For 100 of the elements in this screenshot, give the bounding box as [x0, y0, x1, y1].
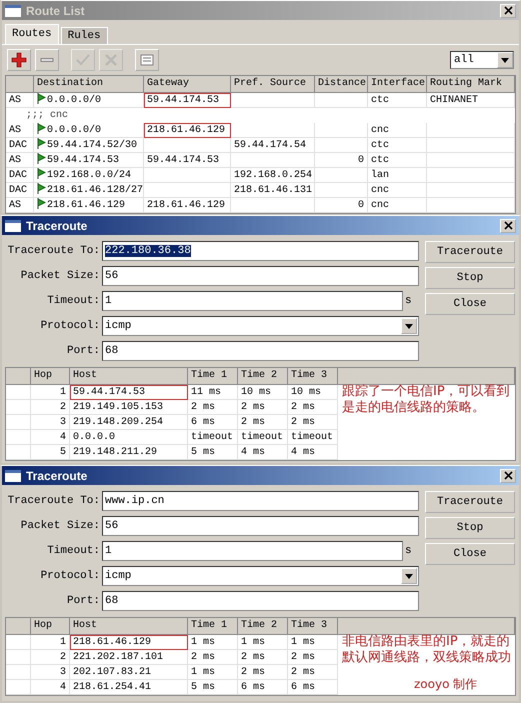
input-field[interactable]: 56 [102, 516, 419, 536]
filter-dropdown[interactable]: all [450, 51, 514, 69]
protocol-dropdown[interactable]: icmp [102, 566, 419, 586]
table-cell: 2 ms [188, 650, 238, 665]
column-header[interactable] [6, 76, 34, 93]
flag-icon [37, 168, 46, 179]
column-header[interactable]: Pref. Source [231, 76, 315, 93]
dialog-button[interactable]: Traceroute [425, 491, 515, 513]
table-cell: 192.168.0.0/24 [47, 170, 132, 181]
dialog-button[interactable]: Close [425, 293, 515, 315]
table-cell: 5 [31, 445, 70, 460]
window-title: Traceroute [26, 468, 88, 482]
input-field[interactable]: 1 [102, 291, 403, 311]
table-cell: 0.0.0.0/0 [47, 95, 102, 106]
field-label: Packet Size: [20, 520, 100, 532]
dialog-button[interactable]: Stop [425, 517, 515, 539]
table-cell: 3 [31, 665, 70, 680]
column-header[interactable]: Host [70, 368, 188, 385]
dialog-button[interactable]: Traceroute [425, 241, 515, 263]
table-cell: 6 ms [188, 415, 238, 430]
table-cell: timeout [238, 430, 288, 445]
close-icon [504, 6, 512, 15]
window-title: Traceroute [26, 218, 88, 232]
table-cell: 2 ms [188, 400, 238, 415]
table-cell [315, 123, 368, 138]
table-cell: AS [6, 123, 34, 138]
table-cell: 0.0.0.0/0 [47, 125, 102, 136]
close-button[interactable] [500, 4, 516, 18]
field-label: Protocol: [40, 570, 100, 582]
table-cell: 1 [31, 635, 70, 650]
column-header[interactable]: Gateway [144, 76, 231, 93]
table-cell: 59.44.174.54 [231, 138, 315, 153]
table-cell: 0.0.0.0 [70, 430, 188, 445]
column-header[interactable]: Routing Mark [427, 76, 515, 93]
table-cell: 218.61.46.128/27 [47, 185, 144, 196]
table-cell: 1 [31, 385, 70, 400]
close-button[interactable] [500, 468, 516, 482]
input-field[interactable]: 56 [102, 266, 419, 286]
column-header[interactable]: Hop [31, 368, 70, 385]
close-button[interactable] [500, 218, 516, 232]
table-cell: 221.202.187.101 [70, 650, 188, 665]
tab[interactable]: Routes [5, 24, 59, 44]
table-cell: 59.44.174.53 [144, 93, 231, 108]
annotation-text: 跟踪了一个电信IP，可以看到 [342, 384, 510, 400]
column-header[interactable]: Hop [31, 618, 70, 635]
add-button[interactable] [7, 49, 31, 71]
table-cell: AS [6, 153, 34, 168]
field-label: Timeout: [46, 545, 100, 557]
column-header[interactable]: Time 2 [238, 368, 288, 385]
annotation-text: 非电信路由表里的IP，就走的 [342, 634, 511, 650]
column-header[interactable]: Time 1 [188, 618, 238, 635]
input-field[interactable]: 68 [102, 341, 419, 361]
flag-icon [37, 153, 46, 164]
table-cell: 218.61.46.129 [144, 198, 231, 213]
table-cell: lan [368, 168, 427, 183]
dropdown-arrow-icon [405, 574, 413, 578]
table-cell: 218.61.46.129 [47, 200, 126, 211]
table-cell [6, 445, 31, 460]
table-cell: DAC [6, 168, 34, 183]
column-header[interactable]: Distance [315, 76, 368, 93]
table-cell: 2 ms [238, 665, 288, 680]
field-label: Packet Size: [20, 270, 100, 282]
column-header[interactable] [6, 368, 31, 385]
annotation-text: 默认网通线路，双线策略成功 [342, 650, 511, 666]
column-header[interactable]: Time 3 [288, 368, 338, 385]
close-icon [504, 221, 512, 230]
input-field[interactable]: 68 [102, 591, 419, 611]
field-label: Port: [66, 345, 100, 357]
column-header[interactable]: Time 3 [288, 618, 338, 635]
input-field[interactable]: www.ip.cn [102, 491, 419, 511]
table-cell: 3 [31, 415, 70, 430]
dropdown-arrow-icon [501, 58, 509, 62]
input-field[interactable]: 1 [102, 541, 403, 561]
protocol-dropdown[interactable]: icmp [102, 316, 419, 336]
tab[interactable]: Rules [60, 27, 108, 44]
window-title: Route List [26, 4, 85, 18]
table-cell [6, 415, 31, 430]
unit-label: s [405, 545, 413, 557]
table-cell: 2 ms [238, 415, 288, 430]
table-cell: 2 ms [288, 665, 338, 680]
table-cell: 10 ms [238, 385, 288, 400]
remove-button[interactable] [35, 49, 59, 71]
table-cell: 202.107.83.21 [70, 665, 188, 680]
field-label: Traceroute To: [6, 245, 100, 257]
window-icon [5, 4, 21, 16]
dialog-button[interactable]: Close [425, 543, 515, 565]
field-label: Port: [66, 595, 100, 607]
dropdown-arrow-icon [405, 324, 413, 328]
column-header[interactable]: Time 1 [188, 368, 238, 385]
dialog-button[interactable]: Stop [425, 267, 515, 289]
window-icon [5, 220, 21, 232]
comment-button[interactable] [135, 49, 159, 71]
column-header[interactable] [6, 618, 31, 635]
column-header[interactable]: Host [70, 618, 188, 635]
table-cell: 192.168.0.254 [231, 168, 315, 183]
column-header[interactable]: Destination [34, 76, 144, 93]
column-header[interactable]: Time 2 [238, 618, 288, 635]
input-field[interactable]: 222.180.36.38 [102, 241, 419, 261]
table-cell: 2 ms [238, 650, 288, 665]
column-header[interactable]: Interface [368, 76, 427, 93]
